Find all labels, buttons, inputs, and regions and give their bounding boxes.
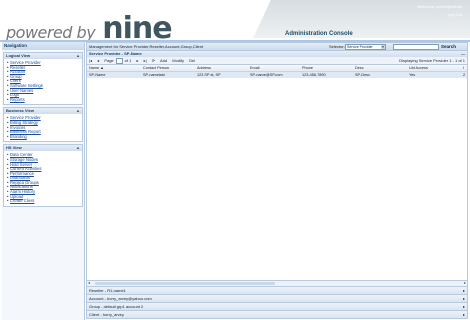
page-input[interactable] bbox=[115, 58, 123, 64]
collapse-icon[interactable]: ▲ bbox=[76, 53, 80, 59]
table-row[interactable]: SP-Name SP-name­last 123 SP st, SP SP-na… bbox=[86, 72, 468, 78]
panel-title: HS View bbox=[6, 145, 22, 151]
selector-label: Selector: bbox=[329, 44, 345, 49]
panel-title: Logical View bbox=[6, 53, 31, 58]
welcome-text: Welcome, admin@admin bbox=[417, 4, 462, 9]
column-header-extra[interactable]: I bbox=[463, 65, 464, 71]
scroll-right-icon[interactable]: ▸ bbox=[464, 280, 466, 285]
logout-link[interactable]: Log Out bbox=[448, 12, 462, 17]
header: powered by nine Administration Console W… bbox=[0, 0, 470, 46]
last-page-icon[interactable]: ▸| bbox=[144, 58, 147, 63]
column-header-email[interactable]: Email bbox=[250, 65, 260, 71]
grid-title-text: Service Provider - SP-Name bbox=[89, 51, 142, 56]
nav-item-branding[interactable]: Branding bbox=[7, 134, 82, 140]
breadcrumb-text: Management for Service Provider,Reseller… bbox=[89, 44, 204, 49]
cell-extra: 2 bbox=[463, 73, 466, 77]
expand-icon[interactable]: ▸ bbox=[463, 295, 465, 302]
scroll-thumb[interactable] bbox=[95, 282, 275, 285]
page-label: Page bbox=[104, 58, 114, 63]
refresh-icon[interactable]: ⟳ bbox=[152, 58, 155, 63]
scroll-left-icon[interactable]: ◂ bbox=[88, 280, 90, 285]
nav-panel-business-view: Business View ▲ Service Provider Billing… bbox=[3, 107, 83, 143]
add-button[interactable]: Add bbox=[160, 58, 167, 63]
breadcrumb: Management for Service Provider,Reseller… bbox=[86, 42, 468, 51]
first-page-icon[interactable]: |◂ bbox=[89, 58, 92, 63]
nav-title: Navigation bbox=[2, 42, 84, 50]
cell-uid-access: Yes bbox=[409, 73, 416, 77]
nav-item-reports[interactable]: Reports bbox=[7, 97, 82, 103]
cell-address: 123 SP st, SP bbox=[197, 73, 221, 77]
cell-contact: SP-name­last bbox=[143, 73, 165, 77]
panel-title: Business View bbox=[6, 108, 34, 114]
expand-icon[interactable]: ▸ bbox=[463, 311, 465, 318]
panel-header[interactable]: Logical View ▲ bbox=[4, 53, 82, 59]
cell-name: SP-Name bbox=[89, 73, 106, 77]
chevron-down-icon[interactable]: ▼ bbox=[381, 45, 385, 49]
column-header-contact[interactable]: Contact Person bbox=[143, 65, 169, 71]
accordion-label: Reseller - R1-name1 bbox=[89, 288, 126, 293]
accordion-reseller[interactable]: Reseller - R1-name1 ▸ bbox=[86, 287, 468, 295]
panel-header[interactable]: HS View ▲ bbox=[4, 145, 82, 152]
cell-phone: 123-456-7890 bbox=[302, 73, 326, 77]
panel-header[interactable]: Business View ▲ bbox=[4, 108, 82, 115]
expand-icon[interactable]: ▸ bbox=[463, 303, 465, 310]
main-panel: Management for Service Provider,Reseller… bbox=[86, 42, 468, 320]
cell-desc: SP-Desc bbox=[355, 73, 370, 77]
column-header-uid-access[interactable]: Uid Access bbox=[409, 65, 428, 71]
column-header-name[interactable]: Name ▲ bbox=[89, 65, 104, 71]
column-header-address[interactable]: Address bbox=[197, 65, 211, 71]
accordion-account[interactable]: Account - horry_arvey@yahoo.com ▸ bbox=[86, 295, 468, 303]
grid-toolbar: |◂ ◂ Page of 1 ▸ ▸| ⟳ Add Modify Del Disp… bbox=[86, 57, 468, 65]
column-header-phone[interactable]: Phone bbox=[302, 65, 313, 71]
accordion-group[interactable]: Group - default grp1 account 2 ▸ bbox=[86, 303, 468, 311]
nav-item-create-client[interactable]: Create Client bbox=[7, 199, 82, 204]
delete-button[interactable]: Del bbox=[189, 58, 195, 63]
nav-panel-logical-view: Logical View ▲ Service Provider Reseller… bbox=[3, 52, 83, 106]
grid-body bbox=[86, 78, 468, 280]
expand-icon[interactable]: ▸ bbox=[463, 287, 465, 294]
search-button[interactable]: Search bbox=[441, 43, 456, 50]
collapse-icon[interactable]: ▲ bbox=[76, 108, 80, 114]
paging-status: Displaying Service Provider 1 - 1 of 1 bbox=[399, 58, 465, 63]
column-header-desc[interactable]: Desc bbox=[355, 65, 364, 71]
horizontal-scrollbar[interactable]: ◂ ▸ bbox=[86, 280, 468, 287]
accordion-label: Account - horry_arvey@yahoo.com bbox=[89, 296, 152, 301]
selector-value: Service Provider bbox=[347, 45, 373, 49]
nav-panel-hs-view: HS View ▲ Data Center Storage Nodes Hold… bbox=[3, 144, 83, 207]
collapse-icon[interactable]: ▲ bbox=[76, 145, 80, 151]
next-page-icon[interactable]: ▸ bbox=[136, 58, 138, 63]
accordion-label: Client - horry_arvey bbox=[89, 312, 124, 317]
search-input[interactable] bbox=[393, 44, 439, 50]
selector-dropdown[interactable]: Service Provider ▼ bbox=[345, 44, 386, 50]
accordion-label: Group - default grp1 account 2 bbox=[89, 304, 144, 309]
cell-email: SP-name@SP.com bbox=[250, 73, 283, 77]
console-title: Administration Console bbox=[285, 31, 353, 37]
table-header: Name ▲ Contact Person Address Email Phon… bbox=[86, 65, 468, 72]
prev-page-icon[interactable]: ◂ bbox=[97, 58, 99, 63]
accordion-client[interactable]: Client - horry_arvey ▸ bbox=[86, 311, 468, 319]
navigation-sidebar: Navigation Logical View ▲ Service Provid… bbox=[2, 42, 85, 320]
page-of-label: of 1 bbox=[124, 58, 132, 63]
modify-button[interactable]: Modify bbox=[172, 58, 184, 63]
